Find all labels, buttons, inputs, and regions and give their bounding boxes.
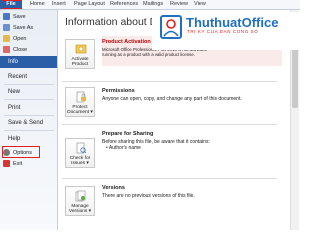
check-for-issues-button[interactable]: Check for Issues ▾ [65, 138, 95, 168]
tab-insert[interactable]: Insert [52, 1, 66, 7]
lock-document-icon [76, 91, 86, 103]
activate-product-button[interactable]: Activate Product [65, 39, 95, 69]
menu-save[interactable]: Save [3, 13, 26, 20]
tab-page-layout[interactable]: Page Layout [74, 1, 105, 7]
menu-open[interactable]: Open [3, 35, 26, 42]
save-icon [3, 13, 10, 20]
menu-close[interactable]: Close [3, 46, 27, 53]
menu-divider [4, 130, 54, 131]
permissions-desc: Anyone can open, copy, and change any pa… [102, 96, 242, 102]
menu-print[interactable]: Print [8, 105, 20, 111]
inspect-document-icon [76, 142, 87, 154]
versions-section: Manage Versions ▾ Versions There are no p… [62, 182, 277, 222]
exit-icon [3, 160, 10, 167]
tab-mailings[interactable]: Mailings [143, 1, 163, 7]
ribbon-tabs: Home Insert Page Layout References Maili… [0, 0, 300, 10]
chevron-down-icon: ▾ [86, 161, 89, 166]
file-tab-highlight [1, 0, 22, 9]
permissions-text: Permissions Anyone can open, copy, and c… [102, 88, 242, 102]
manage-versions-button[interactable]: Manage Versions ▾ [65, 186, 95, 216]
watermark-tagline: TRI KY CUA DAN CONG SO [187, 29, 259, 34]
menu-divider [4, 99, 54, 100]
menu-divider [4, 84, 54, 85]
menu-recent[interactable]: Recent [8, 74, 27, 80]
close-document-icon [3, 46, 10, 53]
folder-open-icon [3, 35, 10, 42]
versions-text: Versions There are no previous versions … [102, 185, 195, 199]
tab-references[interactable]: References [110, 1, 138, 7]
versions-desc: There are no previous versions of this f… [102, 193, 195, 199]
menu-save-send[interactable]: Save & Send [8, 120, 43, 126]
options-highlight [2, 146, 40, 158]
section-divider [62, 178, 277, 179]
sharing-heading: Prepare for Sharing [102, 131, 154, 137]
menu-help[interactable]: Help [8, 136, 20, 142]
tab-review[interactable]: Review [170, 1, 188, 7]
info-panel: Information about Document1 Activate Prod… [58, 10, 300, 230]
menu-divider [4, 115, 54, 116]
save-as-icon [3, 24, 10, 31]
protect-document-button[interactable]: Protect Document ▾ [65, 87, 95, 117]
versions-icon [75, 190, 86, 202]
menu-new[interactable]: New [8, 89, 20, 95]
menu-info[interactable]: Info [0, 56, 57, 68]
menu-exit[interactable]: Exit [3, 160, 22, 167]
activation-line2: running as a product with a valid produc… [102, 52, 195, 57]
tab-view[interactable]: View [194, 1, 206, 7]
chevron-down-icon: ▾ [90, 110, 93, 115]
menu-save-as[interactable]: Save As [3, 24, 33, 31]
permissions-section: Protect Document ▾ Permissions Anyone can… [62, 85, 277, 123]
sharing-section: Check for Issues ▾ Prepare for Sharing Be… [62, 128, 277, 176]
activation-icon [75, 44, 87, 54]
tab-home[interactable]: Home [30, 1, 45, 7]
watermark-logo-icon [160, 15, 182, 39]
chevron-down-icon: ▾ [88, 209, 92, 214]
permissions-heading: Permissions [102, 88, 135, 94]
section-divider [62, 81, 277, 82]
sharing-bullet: • Author's name [106, 145, 141, 151]
section-divider [62, 124, 277, 125]
versions-heading: Versions [102, 185, 125, 191]
sharing-text: Prepare for Sharing Before sharing this … [102, 131, 210, 151]
watermark-name: ThuthuatOffice [186, 15, 279, 30]
